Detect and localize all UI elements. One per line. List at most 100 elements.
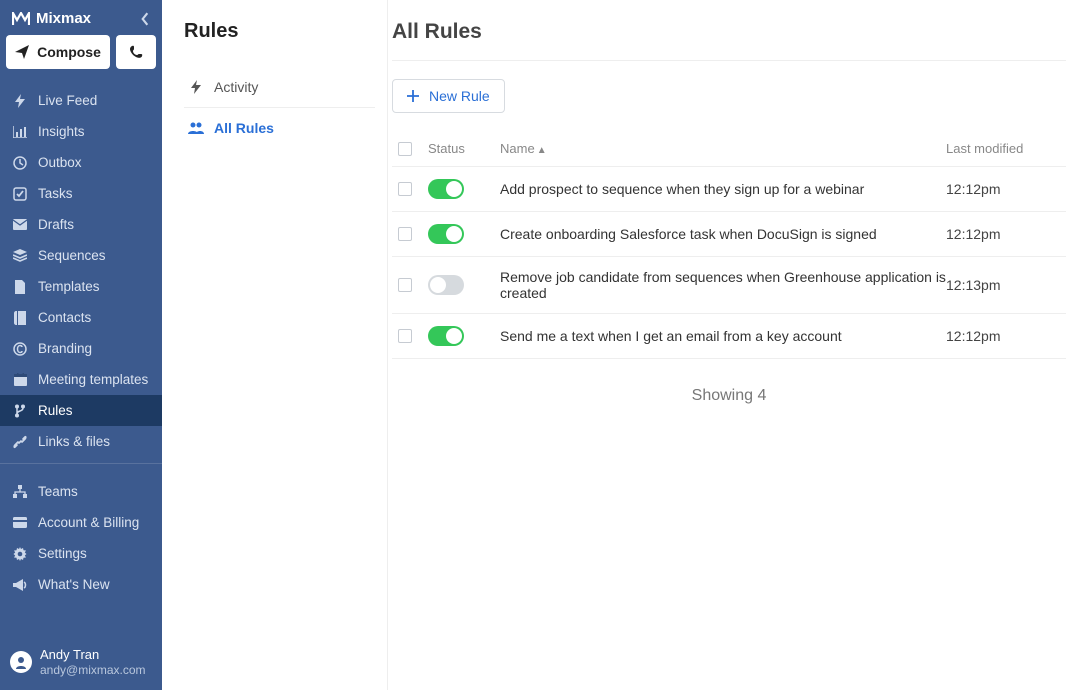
nav-item-what-s-new[interactable]: What's New	[0, 569, 162, 600]
column-status[interactable]: Status	[428, 141, 500, 156]
nav-item-label: Rules	[38, 403, 73, 418]
nav-item-label: Sequences	[38, 248, 106, 263]
status-toggle[interactable]	[428, 179, 464, 199]
toggle-knob	[430, 277, 446, 293]
rule-modified: 12:13pm	[946, 277, 1066, 293]
stack-icon	[12, 249, 28, 262]
sub-tab-all-rules[interactable]: All Rules	[184, 108, 375, 148]
table-body: Add prospect to sequence when they sign …	[392, 167, 1066, 359]
sidebar-collapse-icon[interactable]	[140, 12, 150, 26]
nav-item-contacts[interactable]: Contacts	[0, 302, 162, 333]
user-name: Andy Tran	[40, 647, 146, 663]
rule-name[interactable]: Create onboarding Salesforce task when D…	[500, 226, 946, 242]
sub-tab-label: All Rules	[214, 120, 274, 136]
nav-item-label: Settings	[38, 546, 87, 561]
sub-tab-activity[interactable]: Activity	[184, 67, 375, 108]
brand-logo-icon	[12, 12, 30, 26]
subpanel: Rules Activity All Rules	[162, 0, 388, 690]
bolt-icon	[12, 94, 28, 108]
envelope-icon	[12, 219, 28, 230]
nav-divider	[0, 463, 162, 464]
nav-item-label: Contacts	[38, 310, 91, 325]
toggle-knob	[446, 328, 462, 344]
clock-icon	[12, 156, 28, 170]
branch-icon	[12, 404, 28, 418]
nav-item-label: Outbox	[38, 155, 82, 170]
nav-item-label: Tasks	[38, 186, 73, 201]
status-toggle[interactable]	[428, 275, 464, 295]
nav-item-rules[interactable]: Rules	[0, 395, 162, 426]
row-checkbox[interactable]	[398, 227, 412, 241]
org-icon	[12, 485, 28, 498]
rule-modified: 12:12pm	[946, 181, 1066, 197]
nav-item-branding[interactable]: Branding	[0, 333, 162, 364]
table-row: Create onboarding Salesforce task when D…	[392, 212, 1066, 257]
toggle-knob	[446, 226, 462, 242]
nav-item-drafts[interactable]: Drafts	[0, 209, 162, 240]
nav-item-label: Meeting templates	[38, 372, 148, 387]
chart-icon	[12, 126, 28, 138]
gear-icon	[12, 547, 28, 561]
sidebar: Mixmax Compose Live Feed Insights Outbox Ta…	[0, 0, 162, 690]
sort-asc-icon: ▲	[537, 145, 547, 156]
book-icon	[12, 311, 28, 325]
brand: Mixmax	[12, 10, 91, 27]
nav-item-label: Branding	[38, 341, 92, 356]
rule-modified: 12:12pm	[946, 328, 1066, 344]
nav-item-templates[interactable]: Templates	[0, 271, 162, 302]
showing-count: Showing 4	[392, 387, 1066, 405]
row-checkbox[interactable]	[398, 278, 412, 292]
table-row: Send me a text when I get an email from …	[392, 314, 1066, 359]
plus-icon	[407, 90, 419, 102]
nav-item-live-feed[interactable]: Live Feed	[0, 85, 162, 116]
doc-icon	[12, 280, 28, 294]
nav-item-label: Templates	[38, 279, 100, 294]
nav-item-label: What's New	[38, 577, 110, 592]
brand-row: Mixmax	[0, 0, 162, 35]
user-block: Andy Tran andy@mixmax.com	[40, 647, 146, 678]
megaphone-icon	[12, 579, 28, 591]
table-row: Add prospect to sequence when they sign …	[392, 167, 1066, 212]
column-modified[interactable]: Last modified	[946, 141, 1066, 156]
user-email: andy@mixmax.com	[40, 663, 146, 678]
status-toggle[interactable]	[428, 326, 464, 346]
status-toggle[interactable]	[428, 224, 464, 244]
nav-item-account-billing[interactable]: Account & Billing	[0, 507, 162, 538]
nav-primary: Live Feed Insights Outbox Tasks Drafts Sequen…	[0, 79, 162, 457]
nav-item-outbox[interactable]: Outbox	[0, 147, 162, 178]
row-checkbox[interactable]	[398, 329, 412, 343]
select-all-checkbox[interactable]	[398, 142, 412, 156]
group-icon	[188, 122, 204, 134]
card-icon	[12, 517, 28, 528]
rule-name[interactable]: Remove job candidate from sequences when…	[500, 269, 946, 301]
nav-item-settings[interactable]: Settings	[0, 538, 162, 569]
phone-icon	[129, 45, 143, 59]
nav-item-tasks[interactable]: Tasks	[0, 178, 162, 209]
compose-label: Compose	[37, 44, 101, 60]
compose-button[interactable]: Compose	[6, 35, 110, 69]
paper-plane-icon	[15, 45, 29, 59]
main: All Rules New Rule Status Name▲ Last mod…	[388, 0, 1080, 690]
nav-item-label: Teams	[38, 484, 78, 499]
new-rule-label: New Rule	[429, 88, 490, 104]
row-checkbox[interactable]	[398, 182, 412, 196]
nav-item-label: Live Feed	[38, 93, 97, 108]
new-rule-button[interactable]: New Rule	[392, 79, 505, 113]
column-name[interactable]: Name▲	[500, 141, 946, 156]
subpanel-title: Rules	[184, 20, 375, 43]
rule-name[interactable]: Send me a text when I get an email from …	[500, 328, 946, 344]
table-row: Remove job candidate from sequences when…	[392, 257, 1066, 314]
call-button[interactable]	[116, 35, 156, 69]
title-divider	[392, 60, 1066, 61]
rule-name[interactable]: Add prospect to sequence when they sign …	[500, 181, 946, 197]
nav-item-meeting-templates[interactable]: Meeting templates	[0, 364, 162, 395]
user-footer[interactable]: Andy Tran andy@mixmax.com	[0, 637, 162, 690]
nav-item-sequences[interactable]: Sequences	[0, 240, 162, 271]
nav-item-label: Drafts	[38, 217, 74, 232]
nav-item-teams[interactable]: Teams	[0, 476, 162, 507]
page-title: All Rules	[392, 20, 1066, 44]
table-header: Status Name▲ Last modified	[392, 131, 1066, 167]
nav-item-links-files[interactable]: Links & files	[0, 426, 162, 457]
toggle-knob	[446, 181, 462, 197]
nav-item-insights[interactable]: Insights	[0, 116, 162, 147]
